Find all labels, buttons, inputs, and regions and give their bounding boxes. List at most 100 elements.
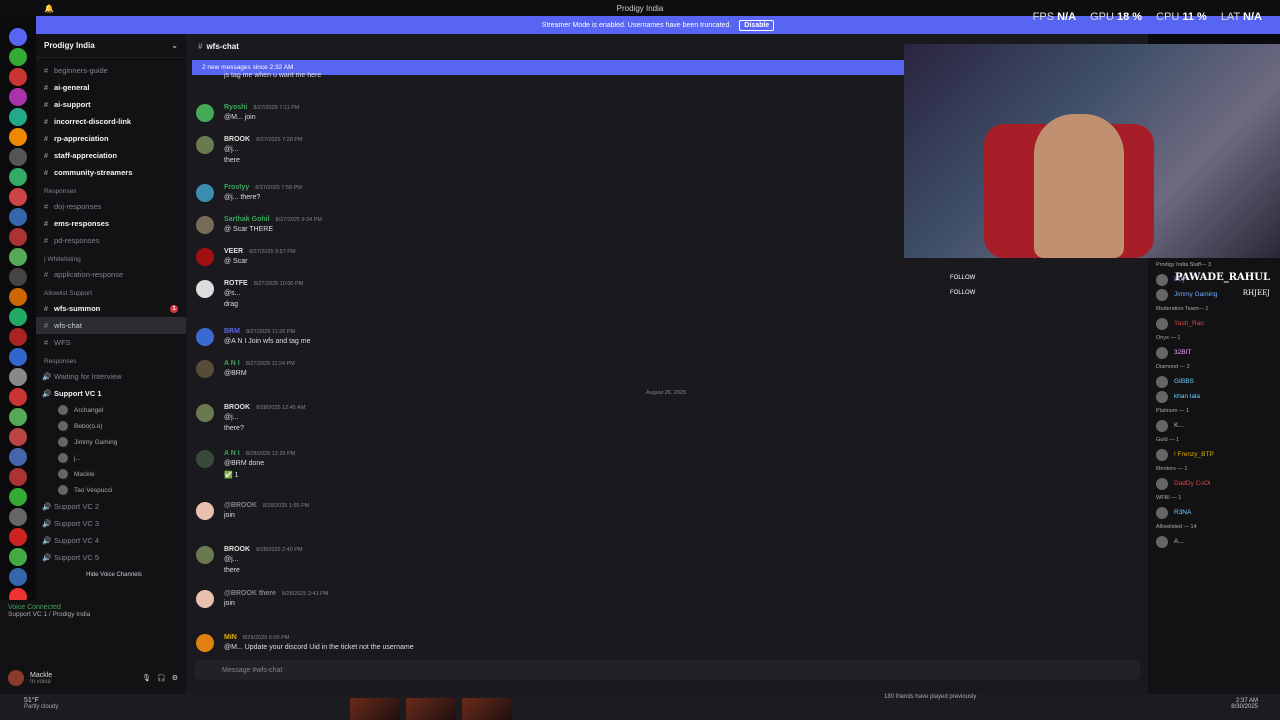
chevron-down-icon[interactable]: ⌄: [171, 41, 178, 50]
avatar[interactable]: [196, 590, 214, 608]
voice-user[interactable]: j...: [36, 450, 186, 466]
voice-connected-sub[interactable]: Support VC 1 / Prodigy India: [8, 611, 178, 618]
server-icon[interactable]: [9, 228, 27, 246]
server-icon[interactable]: [9, 128, 27, 146]
channel-item[interactable]: 🔊 Support VC 1: [36, 385, 186, 402]
channel-item[interactable]: # pd-responses: [36, 232, 186, 249]
voice-user[interactable]: Jimmy Gaming: [36, 434, 186, 450]
member-item[interactable]: 32BIT: [1148, 345, 1280, 360]
channel-item[interactable]: # ai-general: [36, 79, 186, 96]
channel-item[interactable]: 🔊 Waiting for Interview: [36, 368, 186, 385]
avatar[interactable]: [196, 502, 214, 520]
category-header[interactable]: | Whitelisting: [36, 249, 186, 266]
server-icon[interactable]: [9, 428, 27, 446]
server-icon[interactable]: [9, 208, 27, 226]
server-icon[interactable]: [9, 508, 27, 526]
member-item[interactable]: R3NA: [1148, 505, 1280, 520]
author-name[interactable]: A N I 8/28/2025 12:29 PM: [224, 450, 295, 457]
channel-item[interactable]: # staff-appreciation: [36, 147, 186, 164]
channel-item[interactable]: # application-response: [36, 266, 186, 283]
avatar[interactable]: [196, 104, 214, 122]
taskbar-app-tile[interactable]: [406, 698, 456, 720]
member-item[interactable]: K...: [1148, 418, 1280, 433]
server-icon[interactable]: [9, 328, 27, 346]
avatar[interactable]: [196, 634, 214, 652]
server-icon[interactable]: [9, 308, 27, 326]
server-icon[interactable]: [9, 488, 27, 506]
channel-item[interactable]: # rp-appreciation: [36, 130, 186, 147]
channel-item[interactable]: # doj-responses: [36, 198, 186, 215]
server-header[interactable]: Prodigy India ⌄: [36, 34, 186, 58]
channel-item[interactable]: # WFS: [36, 334, 186, 351]
author-name[interactable]: BROOK 8/27/2025 7:28 PM: [224, 136, 303, 143]
voice-user[interactable]: Tao Vespucci: [36, 482, 186, 498]
author-name[interactable]: ROTFE 8/27/2025 10:00 PM: [224, 280, 303, 287]
avatar[interactable]: [196, 248, 214, 266]
server-icon[interactable]: [9, 188, 27, 206]
member-item[interactable]: khan lala: [1148, 389, 1280, 404]
category-header[interactable]: Responses: [36, 181, 186, 198]
avatar[interactable]: [196, 184, 214, 202]
member-item[interactable]: ! Frenzy_BTP: [1148, 447, 1280, 462]
hide-voice-channels-button[interactable]: Hide Voice Channels: [36, 566, 186, 583]
category-header[interactable]: Responses: [36, 351, 186, 368]
server-icon[interactable]: [9, 88, 27, 106]
headphones-icon[interactable]: 🎧: [157, 674, 166, 682]
voice-channel-item[interactable]: 🔊 Support VC 3: [36, 515, 186, 532]
channel-item[interactable]: # wfs-summon 1: [36, 300, 186, 317]
avatar[interactable]: [196, 404, 214, 422]
server-icon[interactable]: [9, 408, 27, 426]
author-name[interactable]: BROOK 8/28/2025 12:45 AM: [224, 404, 305, 411]
server-icon[interactable]: [9, 388, 27, 406]
avatar[interactable]: [196, 328, 214, 346]
channel-item[interactable]: # ai-support: [36, 96, 186, 113]
author-name[interactable]: @BROOK 8/28/2025 1:55 PM: [224, 502, 309, 509]
member-item[interactable]: A...: [1148, 534, 1280, 549]
author-name[interactable]: BRM 8/27/2025 11:20 PM: [224, 328, 295, 335]
category-header[interactable]: Allowlist Support: [36, 283, 186, 300]
voice-channel-item[interactable]: 🔊 Support VC 5: [36, 549, 186, 566]
taskbar-app-tile[interactable]: [462, 698, 512, 720]
weather-widget[interactable]: 51°F Partly cloudy: [24, 697, 58, 710]
avatar[interactable]: [196, 280, 214, 298]
server-icon[interactable]: [9, 368, 27, 386]
author-name[interactable]: Ryoshi 8/27/2025 7:11 PM: [224, 104, 299, 111]
member-item[interactable]: GIBBS: [1148, 374, 1280, 389]
author-name[interactable]: MiN 8/29/2025 6:00 PM: [224, 634, 289, 641]
channel-item[interactable]: # wfs-chat: [36, 317, 186, 334]
gear-icon[interactable]: ⚙: [172, 674, 178, 682]
server-icon[interactable]: [9, 68, 27, 86]
avatar[interactable]: [196, 546, 214, 564]
avatar[interactable]: [196, 136, 214, 154]
author-name[interactable]: A N I 8/27/2025 11:24 PM: [224, 360, 295, 367]
author-name[interactable]: @BROOK there 8/28/2025 2:41 PM: [224, 590, 328, 597]
author-name[interactable]: Sarthak Gohil 8/27/2025 9:34 PM: [224, 216, 322, 223]
server-icon[interactable]: [9, 288, 27, 306]
voice-channel-item[interactable]: 🔊 Support VC 2: [36, 498, 186, 515]
avatar[interactable]: [196, 360, 214, 378]
voice-channel-item[interactable]: 🔊 Support VC 4: [36, 532, 186, 549]
message-input[interactable]: Message #wfs-chat: [194, 660, 1140, 680]
voice-user[interactable]: Bebo(o.o): [36, 418, 186, 434]
server-icon[interactable]: [9, 448, 27, 466]
server-icon[interactable]: [9, 468, 27, 486]
author-name[interactable]: BROOK 8/28/2025 2:40 PM: [224, 546, 303, 553]
mic-icon[interactable]: 🎙: [142, 674, 151, 682]
channel-item[interactable]: # beginners-guide: [36, 62, 186, 79]
member-item[interactable]: DadDy CoOl: [1148, 476, 1280, 491]
taskbar-app-tile[interactable]: [350, 698, 400, 720]
server-icon[interactable]: [9, 268, 27, 286]
channel-item[interactable]: # incorrect-discord-link: [36, 113, 186, 130]
server-icon[interactable]: [9, 28, 27, 46]
channel-item[interactable]: # community-streamers: [36, 164, 186, 181]
server-icon[interactable]: [9, 528, 27, 546]
clock[interactable]: 2:37 AM 8/30/2025: [1231, 698, 1258, 710]
server-icon[interactable]: [9, 248, 27, 266]
author-name[interactable]: Frostyy 8/27/2025 7:58 PM: [224, 184, 302, 191]
avatar[interactable]: [196, 216, 214, 234]
server-icon[interactable]: [9, 548, 27, 566]
server-icon[interactable]: [9, 348, 27, 366]
server-icon[interactable]: [9, 568, 27, 586]
author-name[interactable]: VEER 8/27/2025 9:57 PM: [224, 248, 296, 255]
avatar[interactable]: [196, 450, 214, 468]
